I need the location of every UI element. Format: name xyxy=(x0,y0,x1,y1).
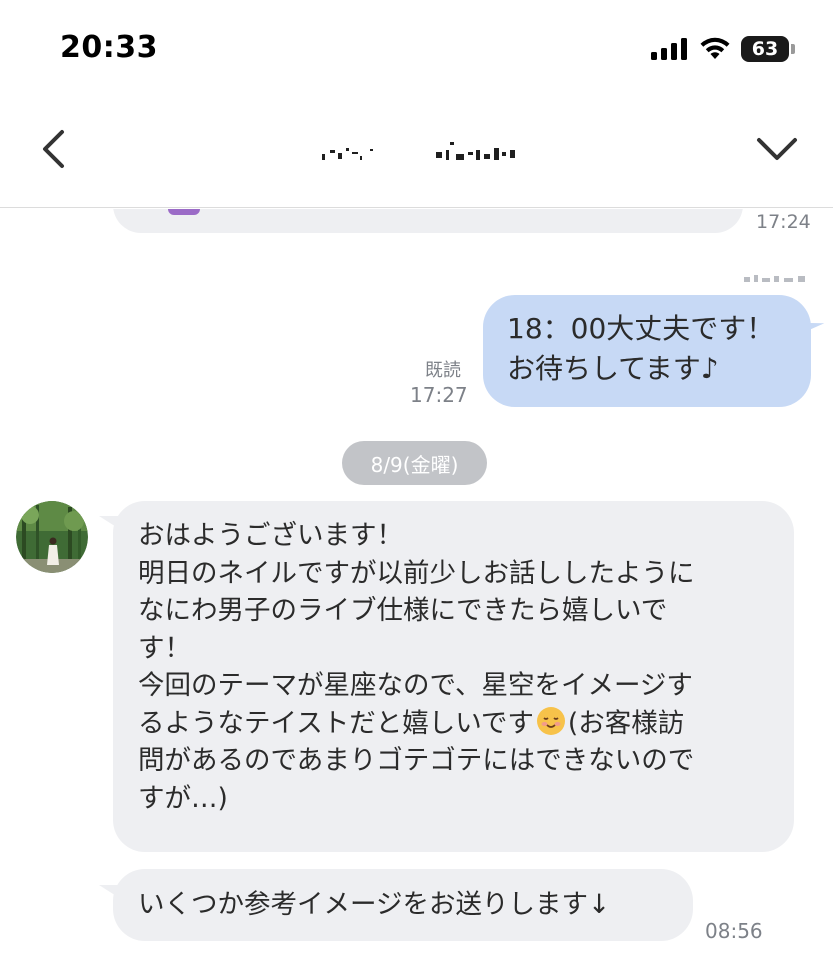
message-text-line: 今回のテーマが星座なので、星空をイメージす xyxy=(138,670,693,701)
chat-messages[interactable]: 17:24 18：00大丈夫です！ お待ちしてます♪ 既読 17:27 8/9(… xyxy=(0,209,833,956)
message-bubble-incoming[interactable]: おはようございます！ 明日のネイルですが以前少しお話ししたように なにわ男子のラ… xyxy=(113,501,794,852)
message-bubble-incoming[interactable] xyxy=(113,209,743,233)
battery-icon: 63 xyxy=(741,36,789,62)
chat-header xyxy=(0,100,833,208)
message-text-line: す！ xyxy=(138,632,191,664)
status-bar: 20:33 63 xyxy=(0,0,833,100)
avatar[interactable] xyxy=(16,501,88,573)
message-text-line: 問があるのであまりゴテゴテにはできないので xyxy=(138,745,695,776)
status-icons: 63 xyxy=(651,34,795,64)
message-text-line: 18：00大丈夫です！ xyxy=(507,312,775,345)
battery-level: 63 xyxy=(751,38,779,60)
message-text-line: すが…) xyxy=(138,782,228,814)
message-text-segment: (お客様訪 xyxy=(567,707,685,739)
message-text-segment: るようなテイストだと嬉しいです xyxy=(138,707,534,739)
message-text-line: 明日のネイルですが以前少しお話ししたように xyxy=(138,557,695,589)
dropdown-chevron-icon[interactable] xyxy=(755,130,799,166)
message-bubble-outgoing[interactable]: 18：00大丈夫です！ お待ちしてます♪ xyxy=(483,295,811,407)
date-label: 8/9(金曜) xyxy=(370,452,459,477)
message-bubble-incoming[interactable]: いくつか参考イメージをお送りします↓ xyxy=(113,869,693,941)
message-text-line: るようなテイストだと嬉しいです (お客様訪 xyxy=(138,705,774,743)
redacted-label xyxy=(744,275,805,282)
message-text-line: おはようございます！ xyxy=(138,520,403,551)
message-text: いくつか参考イメージをお送りします↓ xyxy=(138,889,611,920)
chat-title-redacted xyxy=(322,142,515,160)
smiling-face-emoji-icon xyxy=(536,706,565,735)
back-chevron-icon[interactable] xyxy=(34,128,76,170)
message-text-line: なにわ男子のライブ仕様にできたら嬉しいで xyxy=(138,595,668,626)
emoji-icon xyxy=(168,209,200,215)
message-timestamp: 17:24 xyxy=(756,211,811,233)
read-receipt: 既読 xyxy=(425,360,461,381)
battery-nub xyxy=(791,44,795,54)
message-text-line: お待ちしてます♪ xyxy=(507,352,719,385)
message-timestamp: 17:27 xyxy=(410,383,468,407)
cellular-signal-icon xyxy=(651,38,687,60)
date-separator: 8/9(金曜) xyxy=(342,441,487,485)
message-timestamp: 08:56 xyxy=(705,919,763,943)
wifi-icon xyxy=(700,37,730,59)
status-time: 20:33 xyxy=(60,30,158,65)
